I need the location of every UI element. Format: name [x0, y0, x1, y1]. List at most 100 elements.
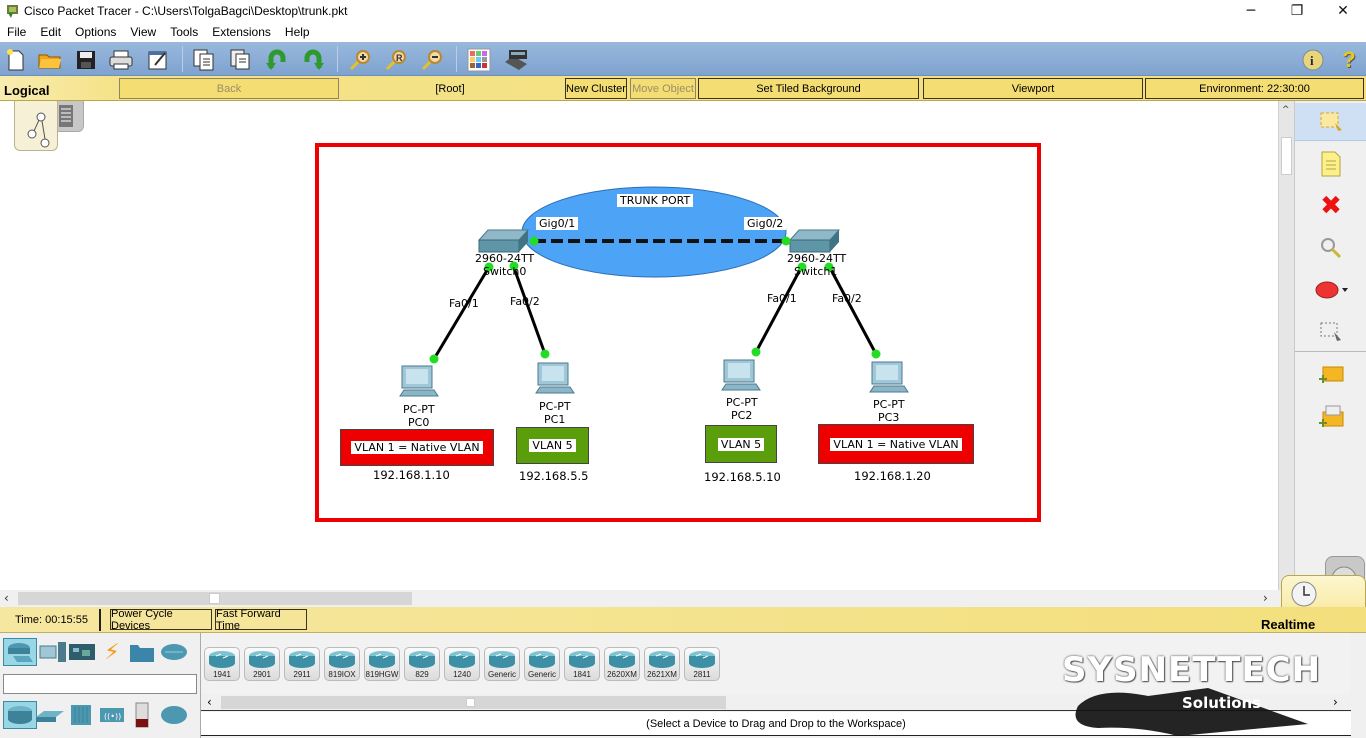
device-model-item[interactable]: 1841 — [564, 647, 600, 681]
switch0-icon[interactable] — [477, 229, 530, 253]
scroll-left-arrow-icon[interactable]: ‹ — [4, 591, 9, 605]
help-icon: ? — [1342, 47, 1356, 72]
fast-forward-time-button[interactable]: Fast Forward Time — [215, 608, 307, 632]
pc0-vlan-label: VLAN 1 = Native VLAN — [351, 441, 483, 454]
link-switch0-pc1[interactable] — [511, 264, 547, 355]
info-icon: i — [1302, 49, 1324, 71]
device-model-label: 1841 — [573, 670, 591, 679]
pc0-name-label: PC0 — [408, 416, 430, 429]
link-switch1-pc2[interactable] — [754, 265, 804, 353]
resize-shape-button[interactable] — [1295, 313, 1366, 351]
scroll-left-arrow-icon[interactable]: ‹ — [207, 695, 212, 709]
workspace-vertical-scrollbar[interactable]: ^ — [1278, 101, 1294, 590]
workspace-horizontal-scrollbar[interactable]: ‹ › — [0, 590, 1278, 607]
inspect-icon — [1321, 238, 1342, 259]
router-icon — [489, 651, 515, 668]
pc1-name-label: PC1 — [544, 413, 566, 426]
device-model-item[interactable]: Generic — [484, 647, 520, 681]
link-status-light — [871, 349, 881, 359]
gig0-1-label: Gig0/1 — [536, 217, 579, 230]
pc1-icon[interactable] — [535, 362, 575, 394]
scroll-right-arrow-icon[interactable]: › — [1263, 591, 1268, 605]
router-icon — [569, 651, 595, 668]
device-model-item[interactable]: 2901 — [244, 647, 280, 681]
link-status-light — [529, 236, 539, 246]
add-simple-pdu-button[interactable] — [1295, 356, 1366, 394]
network-devices-category[interactable] — [3, 638, 37, 666]
scroll-up-arrow-icon[interactable]: ^ — [1282, 105, 1290, 115]
pc2-ip-label: 192.168.5.10 — [704, 470, 781, 484]
device-model-item[interactable]: 819IOX — [324, 647, 360, 681]
device-model-item[interactable]: 1240 — [444, 647, 480, 681]
pc0-model-label: PC-PT — [403, 403, 435, 416]
device-model-item[interactable]: 2620XM — [604, 647, 640, 681]
switch1-icon[interactable] — [788, 229, 841, 253]
device-model-item[interactable]: 2811 — [684, 647, 720, 681]
info-button[interactable]: i — [1300, 47, 1326, 73]
network-devices-icon — [8, 643, 33, 662]
switch1-fa0-1-label: Fa0/1 — [767, 292, 797, 305]
horizontal-scroll-thumb[interactable] — [209, 593, 220, 604]
link-status-light — [540, 349, 550, 359]
vertical-scroll-thumb[interactable] — [1281, 137, 1292, 175]
pc2-vlan-box[interactable]: VLAN 5 — [705, 425, 777, 463]
lightning-icon: ⚡ — [104, 639, 120, 665]
link-status-light — [751, 347, 761, 357]
router-icon — [409, 651, 435, 668]
topology-links — [399, 186, 909, 397]
select-tool-button[interactable] — [1295, 103, 1366, 141]
pc3-vlan-label: VLAN 1 = Native VLAN — [830, 437, 962, 451]
common-tools-panel: ✖ — [1294, 101, 1366, 607]
wireless-devices-category[interactable]: ((•)) — [95, 701, 129, 729]
hubs-category[interactable] — [63, 701, 97, 729]
draw-ellipse-button[interactable] — [1295, 271, 1366, 309]
scroll-right-arrow-icon[interactable]: › — [1333, 695, 1338, 709]
router-icon — [449, 651, 475, 668]
device-model-item[interactable]: 2911 — [284, 647, 320, 681]
restore-button[interactable]: ❐ — [1274, 0, 1320, 22]
link-switch1-pc3[interactable] — [827, 265, 878, 355]
device-model-item[interactable]: 2621XM — [644, 647, 680, 681]
router-icon — [529, 651, 555, 668]
multiuser-category[interactable] — [157, 638, 191, 666]
power-cycle-devices-button[interactable]: Power Cycle Devices — [110, 608, 212, 632]
pc0-vlan-box[interactable]: VLAN 1 = Native VLAN — [340, 429, 494, 466]
device-model-label: 819IOX — [328, 670, 356, 679]
help-button[interactable]: ? — [1336, 47, 1362, 73]
device-model-item[interactable]: 1941 — [204, 647, 240, 681]
switches-category[interactable] — [33, 701, 67, 729]
security-category[interactable] — [125, 701, 159, 729]
pc3-icon[interactable] — [869, 361, 909, 393]
pc3-vlan-box[interactable]: VLAN 1 = Native VLAN — [818, 424, 974, 464]
components-category[interactable] — [65, 638, 99, 666]
switch0-model-label: 2960-24TT — [475, 252, 535, 265]
simple-pdu-icon — [1319, 366, 1344, 383]
link-switch0-pc0[interactable] — [432, 266, 491, 360]
device-model-label: 2811 — [693, 670, 711, 679]
device-model-item[interactable]: Generic — [524, 647, 560, 681]
device-model-item[interactable]: 829 — [404, 647, 440, 681]
pc1-vlan-box[interactable]: VLAN 5 — [516, 427, 589, 464]
device-list-scrollbar[interactable]: ‹ › — [201, 694, 1351, 711]
device-model-label: 819HGW — [365, 670, 399, 679]
inspect-button[interactable] — [1295, 229, 1366, 267]
device-model-label: 1240 — [453, 670, 471, 679]
router-icon — [649, 651, 675, 668]
routers-category[interactable] — [3, 701, 37, 729]
switch1-name-label: Switch1 — [794, 265, 838, 278]
device-scroll-thumb[interactable] — [466, 698, 475, 707]
link-status-light — [429, 354, 439, 364]
add-complex-pdu-button[interactable] — [1295, 398, 1366, 436]
delete-button[interactable]: ✖ — [1295, 187, 1366, 225]
place-note-button[interactable] — [1295, 145, 1366, 183]
device-model-item[interactable]: 819HGW — [364, 647, 400, 681]
pc0-icon[interactable] — [399, 365, 439, 397]
select-icon — [1320, 112, 1342, 131]
pc2-icon[interactable] — [721, 359, 761, 391]
device-model-label: 1941 — [213, 670, 231, 679]
wan-emulation-category[interactable] — [157, 701, 191, 729]
device-model-label: 2901 — [253, 670, 271, 679]
close-button[interactable]: ✕ — [1320, 0, 1366, 22]
connections-category[interactable]: ⚡ — [95, 638, 129, 666]
miscellaneous-category[interactable] — [125, 638, 159, 666]
